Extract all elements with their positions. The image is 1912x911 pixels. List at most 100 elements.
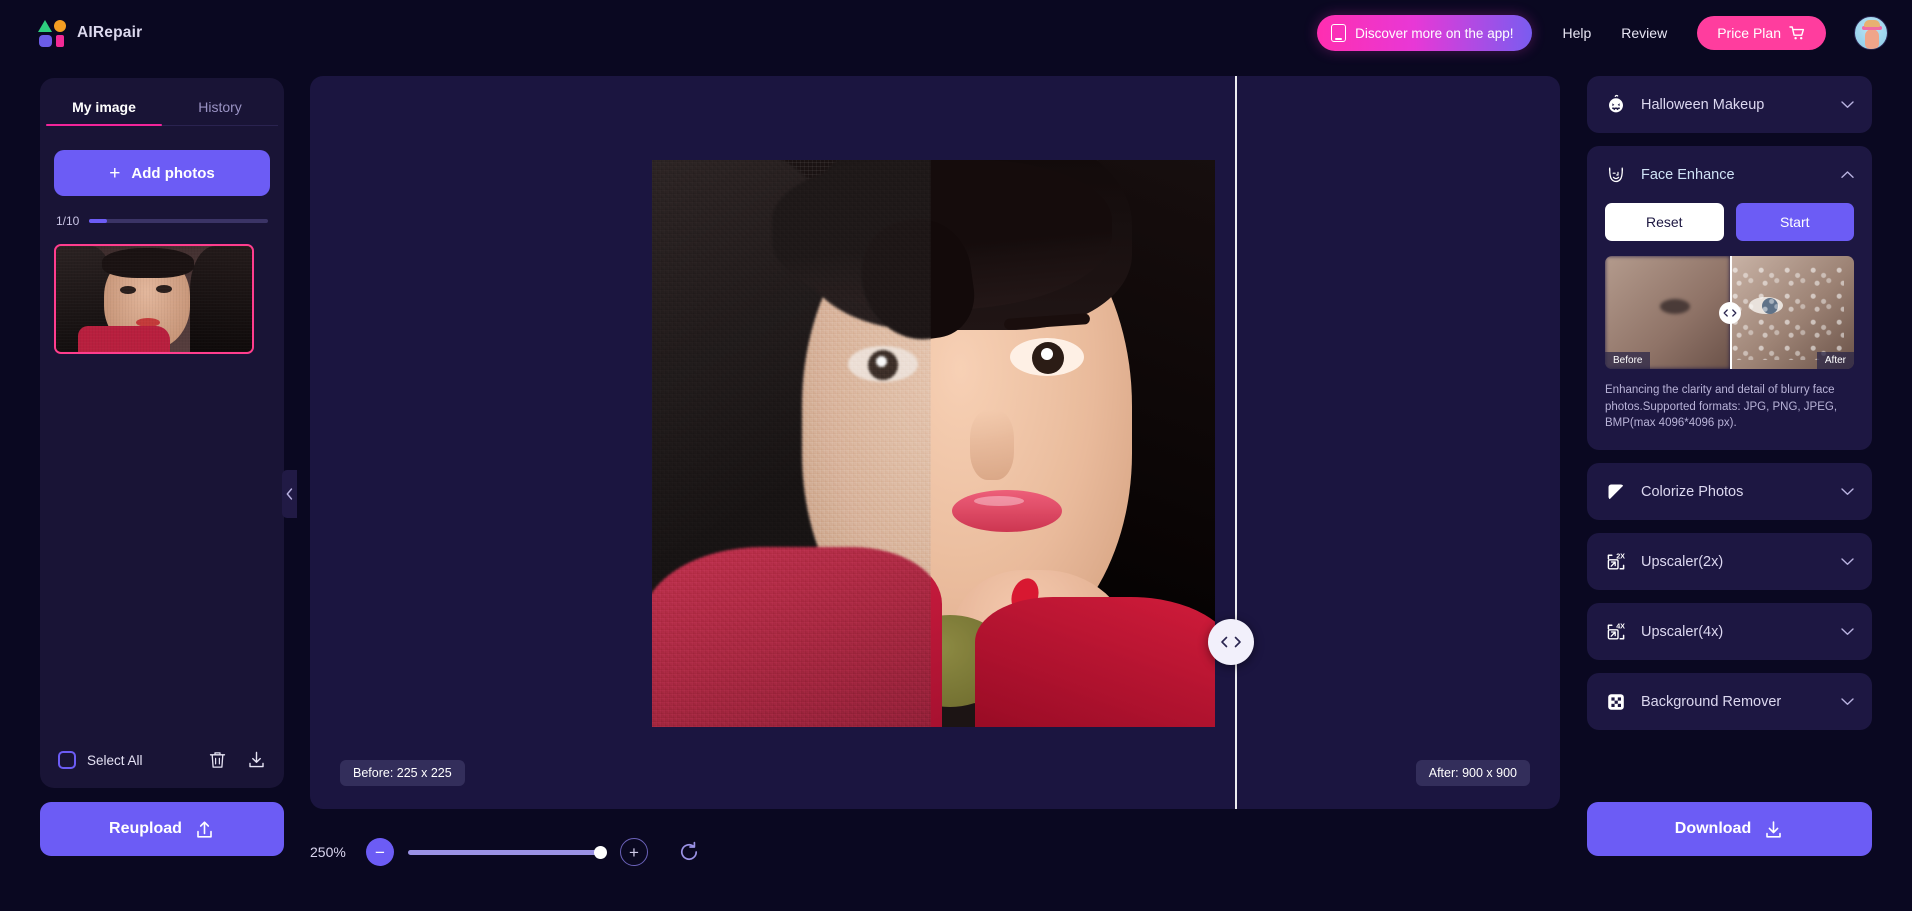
accordion-colorize-photos: Colorize Photos (1587, 463, 1872, 521)
app-header: AIRepair Discover more on the app! Help … (0, 0, 1912, 66)
accordion-upscaler-4x: 4X Upscaler(4x) (1587, 603, 1872, 661)
face-enhance-preview[interactable]: Before After (1605, 256, 1854, 369)
avatar-face (1865, 29, 1879, 49)
accordion-face-enhance: Face Enhance Reset Start Before After En… (1587, 146, 1872, 451)
compare-slider-icon (1723, 308, 1736, 317)
preview-water-drops (1729, 265, 1845, 360)
header-actions: Discover more on the app! Help Review Pr… (1317, 0, 1888, 66)
phone-icon (1331, 24, 1347, 42)
checkerboard-icon (1608, 693, 1624, 710)
photo-count-label: 1/10 (56, 214, 80, 228)
zoom-slider[interactable] (408, 845, 607, 859)
add-photos-label: Add photos (131, 164, 215, 182)
accordion-face-enhance-body: Reset Start Before After Enhancing the c… (1587, 203, 1872, 450)
add-photos-button[interactable]: + Add photos (54, 150, 270, 196)
before-size-badge: Before: 225 x 225 (340, 760, 465, 786)
right-panel: Halloween Makeup Face Enhance Reset Star… (1587, 76, 1872, 743)
chevron-down-icon (1841, 100, 1854, 108)
accordion-face-enhance-header[interactable]: Face Enhance (1587, 146, 1872, 203)
thumbnail-item[interactable] (54, 244, 254, 354)
face-enhance-icon (1608, 166, 1623, 182)
upscale-4x-icon: 4X (1607, 621, 1625, 640)
svg-text:2X: 2X (1616, 551, 1625, 560)
logo-square-icon (39, 35, 52, 47)
trash-icon[interactable] (208, 750, 227, 770)
thumbnail-list (54, 244, 270, 354)
image-canvas[interactable]: Before: 225 x 225 After: 900 x 900 (310, 76, 1560, 809)
chevron-down-icon (1841, 697, 1854, 705)
comparison-photo (652, 160, 1215, 727)
cart-icon (1789, 26, 1805, 40)
zoom-slider-knob[interactable] (594, 845, 607, 859)
chevron-left-icon (286, 488, 293, 500)
pumpkin-icon (1609, 94, 1623, 112)
discover-app-label: Discover more on the app! (1355, 25, 1514, 41)
accordion-upscaler-2x-header[interactable]: 2X Upscaler(2x) (1587, 533, 1872, 590)
logo-mark-icon (38, 19, 66, 47)
app-root: AIRepair Discover more on the app! Help … (0, 0, 1912, 911)
accordion-background-remover-header[interactable]: Background Remover (1587, 673, 1872, 730)
nose-after (970, 410, 1014, 480)
after-size-badge: After: 900 x 900 (1415, 760, 1530, 786)
accordion-halloween-makeup-header[interactable]: Halloween Makeup (1587, 76, 1872, 133)
left-sidebar: My image History + Add photos 1/10 Selec… (40, 78, 284, 788)
logo-circle-icon (54, 20, 66, 32)
reupload-button[interactable]: Reupload (40, 802, 284, 856)
photo-count-track (89, 219, 268, 223)
user-avatar[interactable] (1854, 16, 1888, 50)
accordion-upscaler-4x-header[interactable]: 4X Upscaler(4x) (1587, 603, 1872, 660)
download-icon[interactable] (247, 750, 266, 770)
comparison-divider-handle[interactable] (1208, 619, 1254, 665)
comparison-divider-line (1235, 76, 1237, 809)
preview-divider-handle[interactable] (1718, 301, 1741, 324)
tab-history[interactable]: History (162, 99, 278, 126)
preview-after-tag: After (1816, 352, 1854, 369)
sidebar-icon-buttons (208, 750, 266, 770)
accordion-colorize-photos-label: Colorize Photos (1641, 483, 1744, 500)
preview-before-tag: Before (1605, 352, 1651, 369)
discover-app-button[interactable]: Discover more on the app! (1317, 15, 1533, 51)
logo-rect-icon (56, 35, 64, 47)
plus-icon: + (109, 162, 121, 184)
download-label: Download (1674, 820, 1752, 837)
app-title: AIRepair (77, 24, 143, 41)
upscale-2x-icon: 2X (1607, 551, 1625, 570)
accordion-background-remover: Background Remover (1587, 673, 1872, 731)
reupload-label: Reupload (109, 820, 182, 837)
thumb-noise-overlay (56, 246, 252, 352)
review-link[interactable]: Review (1621, 25, 1667, 41)
tab-my-image[interactable]: My image (46, 99, 162, 126)
face-enhance-buttons: Reset Start (1605, 203, 1854, 241)
refresh-icon[interactable] (678, 841, 700, 863)
start-button[interactable]: Start (1735, 203, 1854, 241)
accordion-face-enhance-label: Face Enhance (1641, 166, 1735, 183)
price-plan-label: Price Plan (1717, 25, 1781, 41)
chevron-down-icon (1841, 557, 1854, 565)
chevron-up-icon (1841, 170, 1854, 178)
eye-highlight-right-after (1041, 348, 1053, 360)
sidebar-collapse-handle[interactable] (282, 470, 297, 518)
accordion-upscaler-2x-label: Upscaler(2x) (1641, 553, 1724, 570)
accordion-upscaler-4x-label: Upscaler(4x) (1641, 623, 1724, 640)
zoom-in-button[interactable]: + (620, 838, 648, 866)
accordion-colorize-photos-header[interactable]: Colorize Photos (1587, 463, 1872, 520)
app-logo[interactable]: AIRepair (38, 19, 142, 47)
chevron-down-icon (1841, 627, 1854, 635)
help-link[interactable]: Help (1562, 25, 1591, 41)
zoom-percent-label: 250% (310, 844, 346, 860)
lips-highlight-after (974, 496, 1024, 506)
preview-eye-left (1659, 298, 1690, 314)
select-all-checkbox[interactable] (58, 751, 76, 769)
sidebar-tabs: My image History (40, 78, 284, 126)
price-plan-button[interactable]: Price Plan (1697, 16, 1826, 50)
select-all-label[interactable]: Select All (87, 753, 143, 768)
face-enhance-description: Enhancing the clarity and detail of blur… (1605, 384, 1838, 430)
reset-button[interactable]: Reset (1605, 203, 1724, 241)
svg-text:4X: 4X (1616, 621, 1625, 630)
accordion-background-remover-label: Background Remover (1641, 693, 1782, 710)
zoom-out-button[interactable]: − (366, 838, 394, 866)
chevron-down-icon (1841, 487, 1854, 495)
download-button[interactable]: Download (1587, 802, 1872, 856)
logo-triangle-icon (38, 20, 52, 32)
avatar-hat (1864, 20, 1880, 27)
